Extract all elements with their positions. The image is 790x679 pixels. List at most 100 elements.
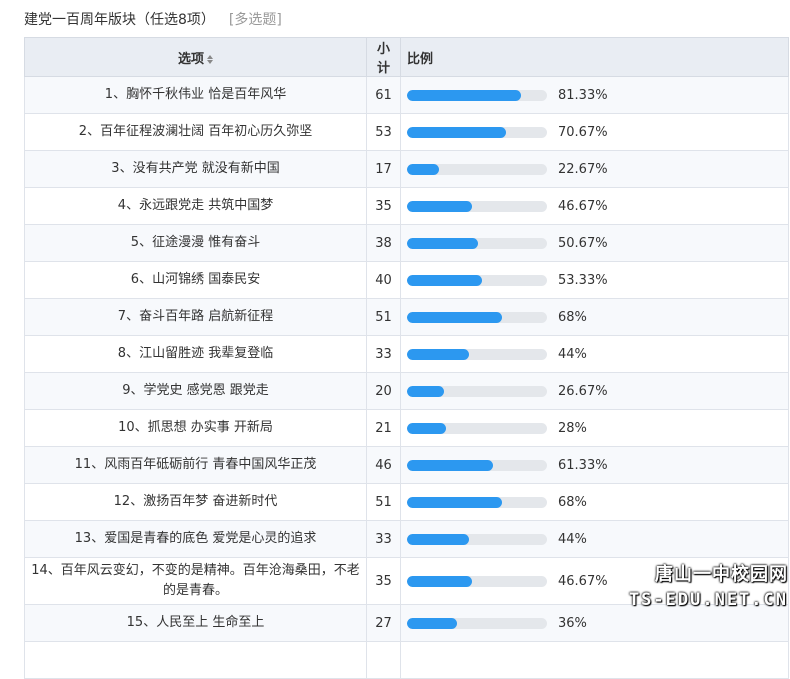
progress-bar-fill	[407, 311, 503, 323]
progress-bar-track	[407, 385, 547, 397]
progress-bar-fill	[407, 385, 445, 397]
header-option[interactable]: 选项	[24, 37, 367, 77]
table-row: 9、学党史 感党恩 跟党走 20 26.67%	[24, 372, 789, 410]
ratio-cell: 46.67%	[400, 187, 789, 225]
progress-bar-fill	[407, 459, 493, 471]
table-row: 6、山河锦绣 国泰民安 40 53.33%	[24, 261, 789, 299]
progress-bar-track	[407, 533, 547, 545]
table-row: 10、抓思想 办实事 开新局 21 28%	[24, 409, 789, 447]
table-row: 1、胸怀千秋伟业 恰是百年风华 61 81.33%	[24, 76, 789, 114]
progress-bar-track	[407, 422, 547, 434]
ratio-wrap: 36%	[407, 616, 782, 631]
question-type-badge: [多选题]	[228, 12, 282, 28]
table-row	[24, 641, 789, 679]
progress-bar-fill	[407, 575, 473, 587]
table-row: 14、百年风云变幻，不变的是精神。百年沧海桑田，不老的是青春。 35 46.67%	[24, 557, 789, 605]
ratio-cell: 44%	[400, 335, 789, 373]
count-cell: 51	[366, 483, 401, 521]
count-cell: 61	[366, 76, 401, 114]
table-row: 2、百年征程波澜壮阔 百年初心历久弥坚 53 70.67%	[24, 113, 789, 151]
ratio-wrap: 50.67%	[407, 236, 782, 251]
percent-label: 81.33%	[558, 87, 608, 103]
option-cell: 13、爱国是青春的底色 爱党是心灵的追求	[24, 520, 367, 558]
progress-bar-fill	[407, 89, 521, 101]
header-ratio: 比例	[400, 37, 789, 77]
table-row: 15、人民至上 生命至上 27 36%	[24, 604, 789, 642]
ratio-cell	[400, 641, 789, 679]
percent-label: 53.33%	[558, 272, 608, 288]
percent-label: 61.33%	[558, 457, 608, 473]
progress-bar-track	[407, 200, 547, 212]
count-cell: 35	[366, 187, 401, 225]
progress-bar-fill	[407, 237, 478, 249]
ratio-cell: 70.67%	[400, 113, 789, 151]
percent-label: 44%	[558, 346, 587, 362]
progress-bar-track	[407, 126, 547, 138]
progress-bar-fill	[407, 496, 503, 508]
ratio-wrap: 68%	[407, 495, 782, 510]
header-count: 小计	[366, 37, 401, 77]
table-header-row: 选项 小计 比例	[24, 37, 789, 77]
progress-bar-fill	[407, 126, 506, 138]
progress-bar-fill	[407, 274, 482, 286]
progress-bar-fill	[407, 348, 469, 360]
count-cell: 20	[366, 372, 401, 410]
question-title-text: 建党一百周年版块（任选8项）	[24, 12, 215, 28]
header-ratio-label: 比例	[407, 51, 434, 67]
count-cell: 27	[366, 604, 401, 642]
percent-label: 28%	[558, 420, 587, 436]
option-cell: 7、奋斗百年路 启航新征程	[24, 298, 367, 336]
ratio-cell: 50.67%	[400, 224, 789, 262]
option-cell: 6、山河锦绣 国泰民安	[24, 261, 367, 299]
table-row: 12、激扬百年梦 奋进新时代 51 68%	[24, 483, 789, 521]
progress-bar-track	[407, 274, 547, 286]
progress-bar-fill	[407, 533, 469, 545]
progress-bar-track	[407, 575, 547, 587]
option-cell: 12、激扬百年梦 奋进新时代	[24, 483, 367, 521]
ratio-wrap: 70.67%	[407, 125, 782, 140]
count-cell: 46	[366, 446, 401, 484]
percent-label: 68%	[558, 309, 587, 325]
count-cell: 17	[366, 150, 401, 188]
ratio-wrap: 46.67%	[407, 199, 782, 214]
table-row: 5、征途漫漫 惟有奋斗 38 50.67%	[24, 224, 789, 262]
progress-bar-track	[407, 163, 547, 175]
sort-icon[interactable]	[207, 54, 213, 64]
header-option-label: 选项	[177, 51, 204, 67]
option-cell: 1、胸怀千秋伟业 恰是百年风华	[24, 76, 367, 114]
option-cell: 9、学党史 感党恩 跟党走	[24, 372, 367, 410]
count-cell: 53	[366, 113, 401, 151]
count-cell: 33	[366, 335, 401, 373]
percent-label: 22.67%	[558, 161, 608, 177]
percent-label: 70.67%	[558, 124, 608, 140]
ratio-wrap: 61.33%	[407, 458, 782, 473]
ratio-cell: 36%	[400, 604, 789, 642]
option-cell	[24, 641, 367, 679]
table-row: 7、奋斗百年路 启航新征程 51 68%	[24, 298, 789, 336]
percent-label: 26.67%	[558, 383, 608, 399]
percent-label: 68%	[558, 494, 587, 510]
count-cell: 51	[366, 298, 401, 336]
progress-bar-track	[407, 459, 547, 471]
progress-bar-fill	[407, 422, 447, 434]
progress-bar-track	[407, 617, 547, 629]
progress-bar-track	[407, 311, 547, 323]
ratio-cell: 61.33%	[400, 446, 789, 484]
ratio-cell: 53.33%	[400, 261, 789, 299]
count-cell	[366, 641, 401, 679]
progress-bar-fill	[407, 617, 458, 629]
option-cell: 10、抓思想 办实事 开新局	[24, 409, 367, 447]
option-cell: 11、风雨百年砥砺前行 青春中国风华正茂	[24, 446, 367, 484]
option-cell: 15、人民至上 生命至上	[24, 604, 367, 642]
ratio-cell: 22.67%	[400, 150, 789, 188]
count-cell: 35	[366, 557, 401, 605]
ratio-wrap: 53.33%	[407, 273, 782, 288]
ratio-cell: 81.33%	[400, 76, 789, 114]
percent-label: 46.67%	[558, 573, 608, 589]
ratio-cell: 68%	[400, 298, 789, 336]
ratio-cell: 44%	[400, 520, 789, 558]
count-cell: 21	[366, 409, 401, 447]
ratio-cell: 28%	[400, 409, 789, 447]
option-cell: 5、征途漫漫 惟有奋斗	[24, 224, 367, 262]
percent-label: 46.67%	[558, 198, 608, 214]
